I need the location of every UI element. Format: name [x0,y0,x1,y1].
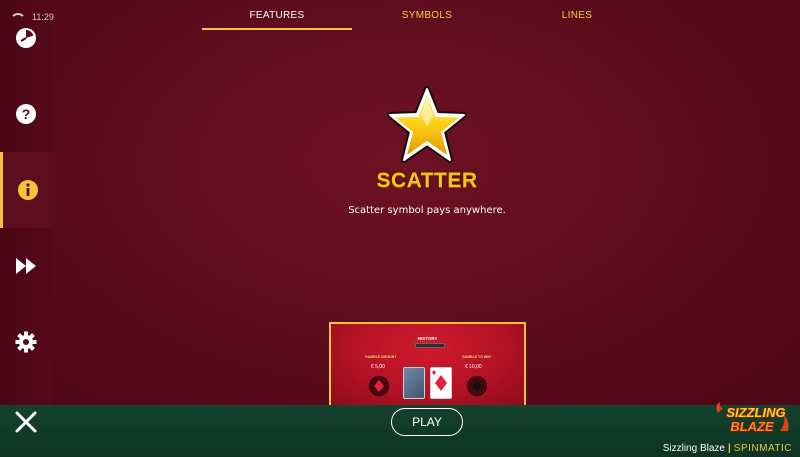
settings-button[interactable] [0,304,52,380]
logo-text-line1: SIZZLING [726,405,785,420]
history-button[interactable] [0,0,52,76]
gold-star-icon [386,86,468,164]
info-tabs: FEATURES SYMBOLS LINES [202,0,652,30]
game-logo: SIZZLING BLAZE [712,401,796,435]
preview-gamble-amount-label: GAMBLE AMOUNT [365,355,397,359]
studio-name: SPINMATIC [733,443,792,454]
footer-brand: Sizzling Blaze | SPINMATIC [663,443,792,454]
tab-lines[interactable]: LINES [502,0,652,30]
tab-features[interactable]: FEATURES [202,0,352,30]
close-icon [12,411,40,440]
brand-separator: | [727,443,731,454]
feature-description: Scatter symbol pays anywhere. [348,205,506,216]
svg-text:?: ? [22,106,31,122]
tab-symbols[interactable]: SYMBOLS [352,0,502,30]
gear-icon [15,331,37,353]
fast-forward-icon [15,257,37,275]
black-spade-chip-icon [467,376,487,396]
preview-gamble-to-win-label: GAMBLE TO WIN [462,355,491,359]
preview-gamble-to-win-value: € 10,00 [465,364,482,370]
logo-text-line2: BLAZE [730,419,774,434]
card-back-icon [403,367,425,399]
sidebar: 11:29 ? [0,0,54,405]
gamble-feature-preview: HISTORY GAMBLE AMOUNT € 5,00 GAMBLE TO W… [329,322,526,405]
red-diamond-chip-icon [369,376,389,396]
feature-title: SCATTER [376,169,478,192]
play-button[interactable]: PLAY [391,408,463,436]
game-name: Sizzling Blaze [662,443,725,454]
close-button[interactable] [12,408,40,436]
help-icon: ? [15,103,37,125]
preview-gamble-amount-value: € 5,00 [371,364,385,370]
card-diamond-icon [430,367,452,399]
preview-history-label: HISTORY [417,336,438,341]
preview-history-bar [415,343,445,348]
help-button[interactable]: ? [0,76,52,152]
history-clock-icon [15,27,37,49]
autoplay-button[interactable] [0,228,52,304]
